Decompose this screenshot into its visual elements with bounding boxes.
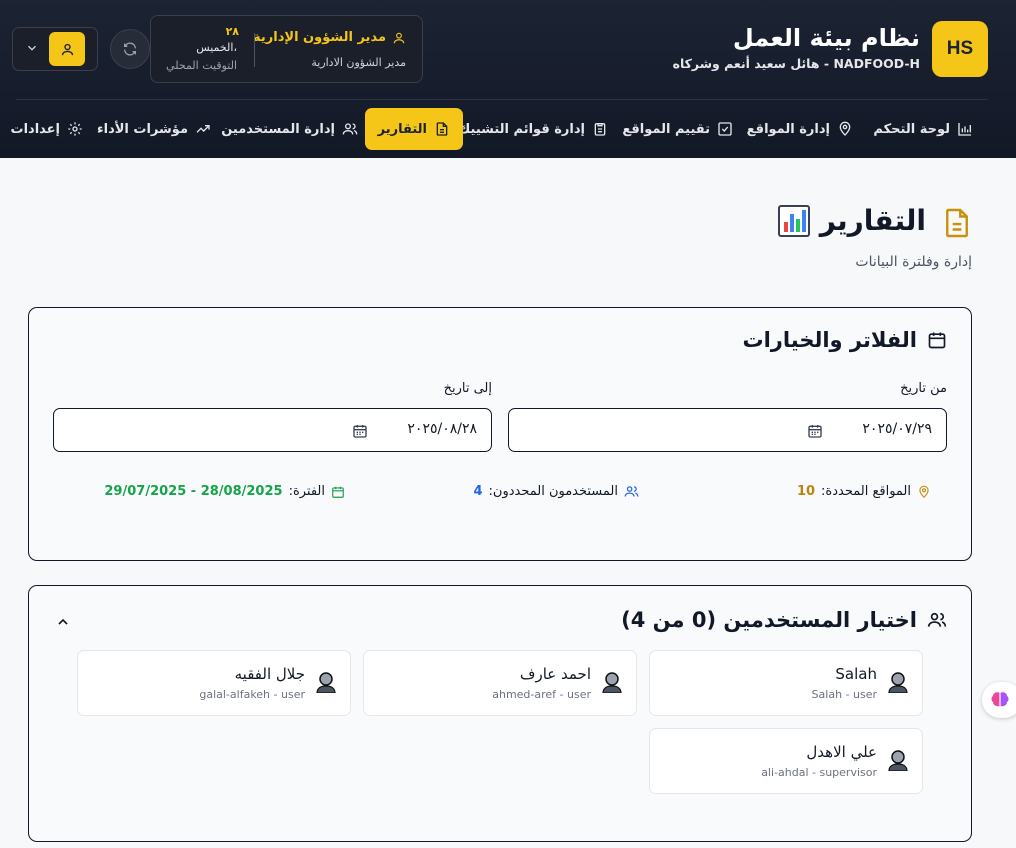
from-date-label: من تاريخ [900, 381, 947, 396]
to-date-label: إلى تاريخ [443, 381, 492, 396]
nav-label: مؤشرات الأداء [96, 121, 188, 137]
person-avatar-icon [888, 750, 908, 771]
users-count: 4 [473, 484, 483, 499]
chevron-down-icon [28, 45, 36, 51]
from-date-value: ٢٠٢٥/٠٧/٢٩ [862, 421, 932, 437]
ai-assistant-button[interactable] [982, 682, 1016, 718]
nav-users[interactable]: إدارة المستخدمين [208, 108, 371, 150]
file-text-icon [436, 122, 448, 136]
users-section-title: اختيار المستخدمين (0 من 4) [621, 608, 947, 632]
users-label: المستخدمون المحددون: [488, 484, 618, 499]
nav-label: لوحة التحكم [873, 121, 950, 137]
app-header: HS نظام بيئة العمل NADFOOD-H - هائل سعيد… [0, 0, 1016, 158]
users-section-title-text: اختيار المستخدمين (0 من 4) [621, 608, 917, 632]
timezone-label: التوقيت المحلي [166, 59, 237, 72]
period-summary: الفترة: 29/07/2025 - 28/08/2025 [104, 484, 345, 499]
page-title-text: التقارير [819, 204, 926, 237]
user-option-name: احمد عارف [519, 665, 591, 683]
user-menu-button[interactable] [12, 27, 98, 71]
current-user-card: مدير الشؤون الإدارية مدير الشؤون الاداري… [150, 15, 423, 83]
app-logo: HS [932, 21, 988, 77]
person-avatar-icon [316, 672, 336, 693]
bar-chart-emoji-icon [777, 204, 810, 237]
app-subtitle: NADFOOD-H - هائل سعيد أنعم وشركاه [672, 56, 920, 71]
users-icon [927, 612, 947, 627]
file-text-icon [946, 208, 968, 238]
user-option-name: Salah [835, 665, 877, 683]
selected-sites-summary: المواقع المحددة: 10 [797, 484, 931, 499]
user-icon [393, 32, 405, 43]
user-option-name: علي الاهدل [806, 743, 877, 761]
user-option-handle: galal-alfakeh - user [199, 688, 305, 701]
clipboard-icon [594, 123, 606, 136]
refresh-icon [124, 42, 136, 56]
nav-label: التقارير [377, 121, 427, 137]
user-option-name: جلال الفقيه [234, 665, 305, 683]
map-pin-icon [839, 121, 851, 136]
nav-label: إدارة المستخدمين [221, 121, 335, 137]
nav-label: تقييم المواقع [622, 121, 710, 137]
filters-card: الفلاتر والخيارات من تاريخ ٢٠٢٥/٠٧/٢٩ إل… [28, 307, 972, 561]
refresh-button[interactable] [110, 29, 150, 69]
header-divider [16, 99, 988, 100]
nav-sites[interactable]: إدارة المواقع [734, 108, 866, 150]
nav-site-evaluation[interactable]: تقييم المواقع [609, 108, 746, 150]
user-name: مدير الشؤون الادارية [311, 56, 406, 69]
user-option-ali-ahdal[interactable]: علي الاهدل ali-ahdal - supervisor [649, 728, 923, 794]
brain-icon [991, 692, 1009, 707]
sites-count: 10 [796, 484, 816, 499]
users-icon [624, 486, 639, 497]
page-title: التقارير [777, 204, 926, 237]
nav-settings[interactable]: إعدادات [0, 108, 96, 150]
filters-title: الفلاتر والخيارات [742, 328, 947, 352]
nav-checklists[interactable]: إدارة قوائم التشييك [445, 108, 621, 150]
nav-kpis[interactable]: مؤشرات الأداء [84, 108, 224, 150]
user-icon [61, 43, 73, 55]
gear-icon [68, 122, 82, 136]
chevron-up-icon[interactable] [55, 614, 71, 630]
to-date-input[interactable]: ٢٠٢٥/٠٨/٢٨ [53, 408, 492, 452]
users-selection-card: اختيار المستخدمين (0 من 4) Salah Salah -… [28, 585, 972, 842]
calendar-icon [332, 486, 344, 498]
day-name: الخميس، [196, 41, 237, 54]
users-icon [342, 123, 358, 135]
from-date-input[interactable]: ٢٠٢٥/٠٧/٢٩ [508, 408, 947, 452]
calendar-icon [928, 332, 946, 349]
nav-label: إدارة المواقع [746, 121, 830, 137]
user-avatar [49, 32, 85, 66]
user-option-handle: ahmed-aref - user [492, 688, 591, 701]
filters-title-text: الفلاتر والخيارات [742, 328, 917, 352]
day-number: ٢٨ [225, 25, 239, 38]
user-option-salah[interactable]: Salah Salah - user [649, 650, 923, 716]
map-pin-icon [919, 485, 929, 498]
person-avatar-icon [888, 672, 908, 693]
user-option-handle: Salah - user [811, 688, 877, 701]
user-role-label: مدير الشؤون الإدارية [253, 30, 386, 45]
check-square-icon [718, 122, 732, 136]
app-title: نظام بيئة العمل [732, 24, 920, 52]
calendar-icon[interactable] [352, 423, 368, 439]
calendar-icon[interactable] [807, 423, 823, 439]
user-option-galal-alfakeh[interactable]: جلال الفقيه galal-alfakeh - user [77, 650, 351, 716]
to-date-value: ٢٠٢٥/٠٨/٢٨ [407, 421, 477, 437]
nav-reports[interactable]: التقارير [364, 108, 463, 150]
nav-label: إدارة قوائم التشييك [458, 121, 585, 137]
bar-chart-icon [958, 123, 971, 136]
sites-label: المواقع المحددة: [821, 484, 911, 499]
period-label: الفترة: [288, 484, 325, 499]
user-option-ahmed-aref[interactable]: احمد عارف ahmed-aref - user [363, 650, 637, 716]
divider [254, 33, 255, 67]
nav-dashboard[interactable]: لوحة التحكم [860, 108, 986, 150]
trending-up-icon [196, 125, 210, 133]
period-value: 29/07/2025 - 28/08/2025 [104, 484, 283, 499]
nav-label: إعدادات [10, 121, 61, 137]
page-subtitle: إدارة وفلترة البيانات [855, 254, 972, 270]
user-option-handle: ali-ahdal - supervisor [761, 766, 877, 779]
selected-users-summary: المستخدمون المحددون: 4 [473, 484, 639, 499]
person-avatar-icon [602, 672, 622, 693]
user-role: مدير الشؤون الإدارية [253, 30, 406, 45]
